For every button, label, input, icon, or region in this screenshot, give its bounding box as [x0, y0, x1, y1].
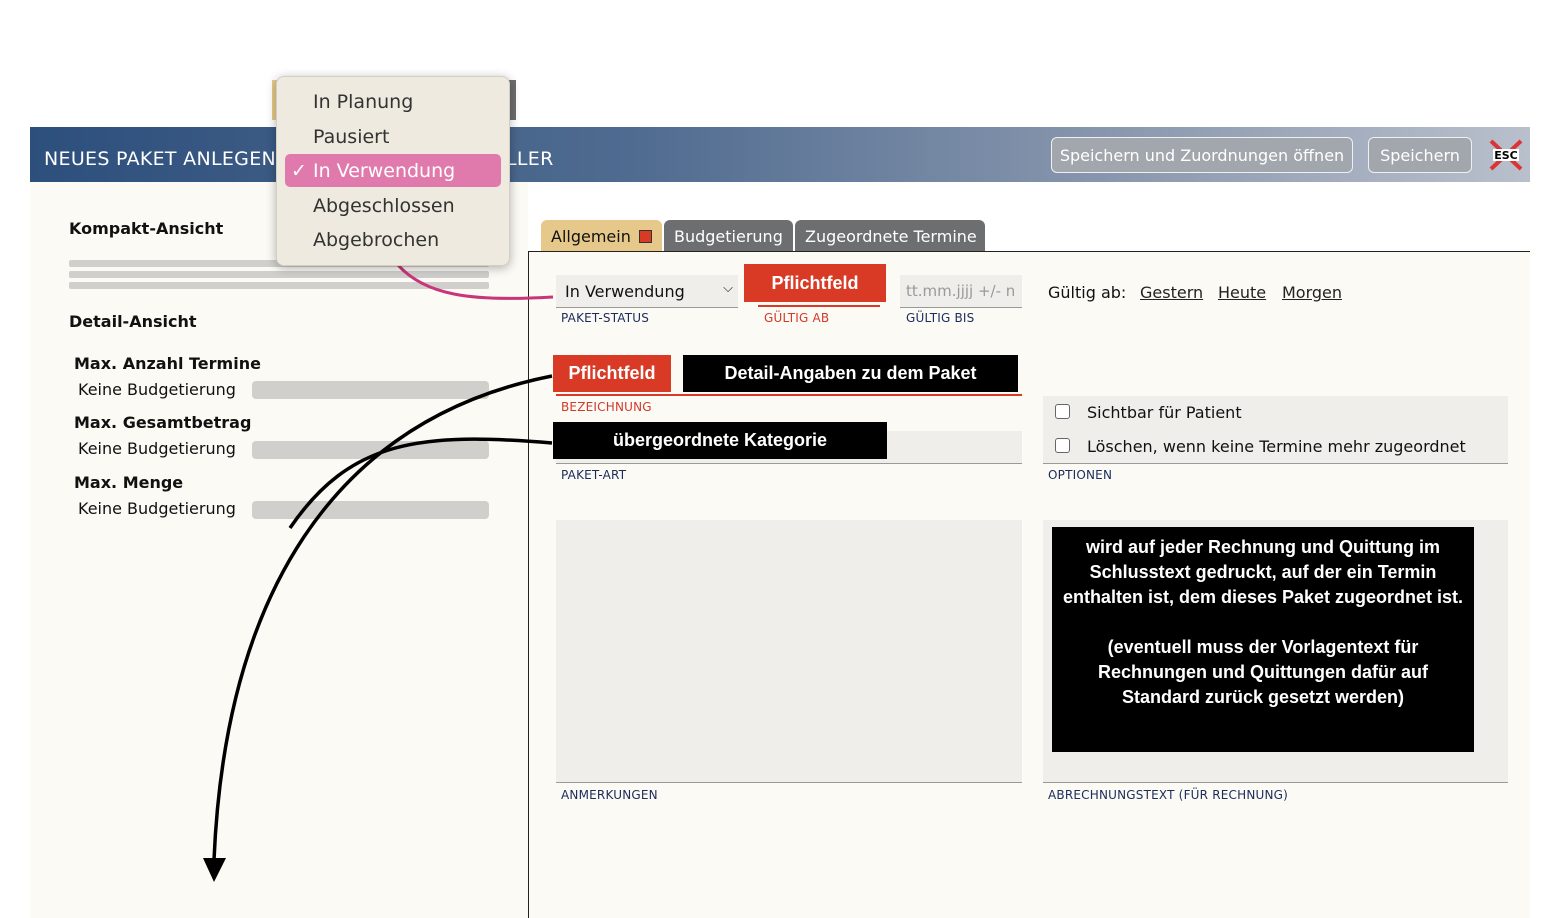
annotation-arrows	[203, 263, 554, 882]
status-dropdown-menu[interactable]: In Planung Pausiert In Verwendung ✓ Abge…	[276, 76, 510, 266]
connector-line	[396, 263, 554, 300]
arrow-line	[212, 374, 553, 861]
arrow-line	[288, 437, 553, 529]
menu-item-in-planung[interactable]: In Planung	[313, 91, 413, 113]
menu-item-in-verwendung[interactable]: In Verwendung	[313, 160, 455, 182]
menu-item-pausiert[interactable]: Pausiert	[313, 126, 389, 148]
arrow-head-icon	[203, 858, 226, 882]
menu-item-abgeschlossen[interactable]: Abgeschlossen	[313, 195, 455, 217]
menu-item-abgebrochen[interactable]: Abgebrochen	[313, 229, 439, 251]
checkmark-icon: ✓	[291, 160, 307, 182]
